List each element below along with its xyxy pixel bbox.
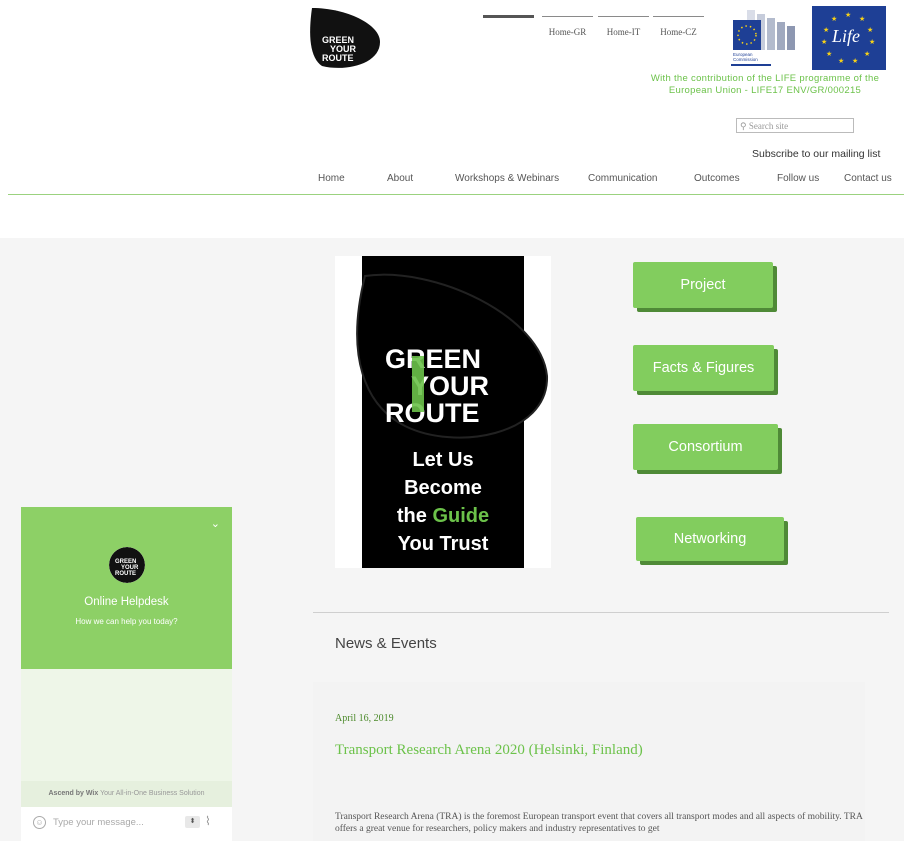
hero-logo-green: GREEN (385, 344, 482, 374)
nav-outcomes[interactable]: Outcomes (694, 173, 740, 184)
svg-text:★: ★ (859, 15, 865, 23)
consortium-button[interactable]: Consortium (633, 424, 778, 470)
svg-text:★: ★ (864, 50, 870, 58)
hero-logo-your: YOUR (411, 371, 490, 401)
nav-follow-us[interactable]: Follow us (777, 173, 819, 184)
hero-logo-route: ROUTE (385, 398, 480, 428)
european-commission-logo: European Commission (717, 6, 799, 70)
news-section-title: News & Events (335, 635, 437, 652)
svg-text:★: ★ (831, 15, 837, 23)
chat-subtitle: How we can help you today? (75, 617, 178, 626)
news-headline[interactable]: Transport Research Arena 2020 (Helsinki,… (335, 742, 643, 759)
life-programme-logo: ★ ★ ★ ★ ★ ★ ★ ★ ★ ★ ★ Life (812, 6, 886, 70)
hero-banner: GREEN YOUR ROUTE Let Us Become the Guide… (335, 256, 551, 568)
search-icon: ⚲ (740, 121, 747, 131)
hero-tagline-2: Become (404, 477, 482, 499)
svg-text:★: ★ (845, 11, 851, 19)
chat-widget[interactable]: ⌄ GREEN YOUR ROUTE Online Helpdesk How w… (21, 507, 232, 841)
nav-home[interactable]: Home (318, 173, 345, 184)
facts-figures-button[interactable]: Facts & Figures (633, 345, 774, 391)
svg-text:★: ★ (867, 26, 873, 34)
nav-about[interactable]: About (387, 173, 413, 184)
chat-input-bar[interactable]: ☺ Type your message... ⬍ ⌇ (21, 807, 232, 841)
networking-button[interactable]: Networking (636, 517, 784, 561)
search-placeholder: Search site (748, 121, 789, 131)
nav-workshops[interactable]: Workshops & Webinars (455, 173, 559, 184)
logo-word-route: ROUTE (322, 53, 354, 63)
hero-tagline-guide: Guide (432, 505, 490, 527)
ascend-tagline: Your All-in-One Business Solution (100, 790, 205, 797)
lang-tab-cz[interactable]: Home-CZ (653, 16, 704, 37)
stepper-icon[interactable]: ⬍ (185, 816, 200, 828)
search-input[interactable]: ⚲ Search site (736, 118, 854, 133)
news-date: April 16, 2019 (335, 713, 394, 724)
life-logo-text: Life (832, 26, 861, 46)
svg-text:★: ★ (826, 50, 832, 58)
nav-divider (8, 194, 904, 195)
hero-route-line (412, 356, 424, 412)
emoji-icon[interactable]: ☺ (33, 816, 46, 829)
chat-title: Online Helpdesk (84, 596, 169, 608)
news-body: Transport Research Arena (TRA) is the fo… (335, 812, 863, 834)
hero-tagline-1: Let Us (412, 449, 474, 471)
lang-tab-default[interactable] (483, 15, 534, 28)
lang-tab-gr[interactable]: Home-GR (542, 16, 593, 37)
svg-text:★: ★ (869, 38, 875, 46)
chevron-down-icon[interactable]: ⌄ (211, 517, 220, 530)
hero-tagline-5: You Trust (397, 533, 489, 555)
project-button[interactable]: Project (633, 262, 773, 308)
nav-communication[interactable]: Communication (588, 173, 657, 184)
nav-contact-us[interactable]: Contact us (844, 173, 892, 184)
chat-logo-route: ROUTE (115, 571, 136, 577)
paperclip-icon[interactable]: ⌇ (205, 814, 211, 828)
chat-header: ⌄ GREEN YOUR ROUTE Online Helpdesk How w… (21, 507, 232, 669)
chat-avatar: GREEN YOUR ROUTE (109, 547, 145, 583)
svg-text:★: ★ (838, 57, 844, 65)
svg-text:★: ★ (821, 38, 827, 46)
site-logo[interactable]: GREEN YOUR ROUTE (306, 6, 384, 72)
svg-text:★: ★ (823, 26, 829, 34)
hero-tagline-3: the (396, 505, 433, 527)
lang-tab-it[interactable]: Home-IT (598, 16, 649, 37)
chat-message-placeholder: Type your message... (53, 817, 144, 828)
section-divider (313, 612, 889, 613)
ascend-banner[interactable]: Ascend by Wix Your All-in-One Business S… (21, 781, 232, 807)
svg-text:★: ★ (852, 57, 858, 65)
subscribe-link[interactable]: Subscribe to our mailing list (752, 148, 880, 160)
ec-label-2: Commission (733, 57, 758, 62)
contribution-note: With the contribution of the LIFE progra… (650, 73, 880, 96)
ascend-brand: Ascend by Wix (48, 790, 99, 797)
